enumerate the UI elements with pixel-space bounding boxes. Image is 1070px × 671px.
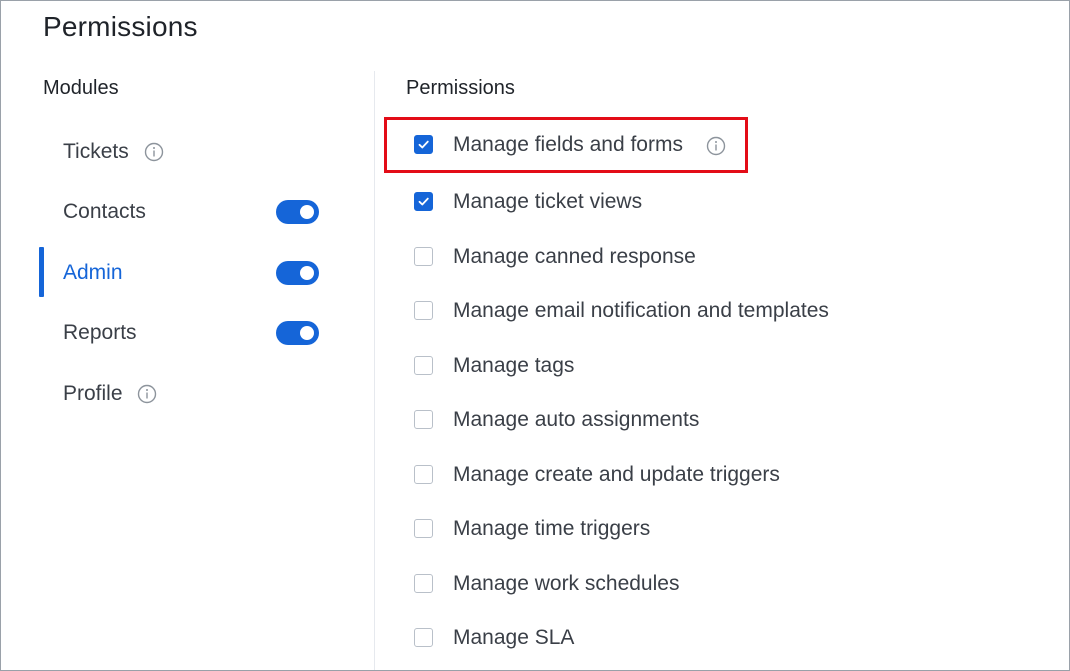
permission-item[interactable]: Manage auto assignments — [401, 401, 1001, 441]
permission-checkbox[interactable] — [414, 247, 433, 266]
permission-item[interactable]: Manage ticket views — [401, 183, 1001, 223]
permission-checkbox[interactable] — [414, 519, 433, 538]
modules-header: Modules — [43, 77, 119, 99]
permission-checkbox[interactable] — [414, 356, 433, 375]
module-item-contacts[interactable]: Contacts — [1, 192, 341, 232]
module-label: Reports — [63, 321, 137, 344]
toggle-knob — [300, 266, 314, 280]
permission-checkbox[interactable] — [414, 192, 433, 211]
module-label: Contacts — [63, 200, 146, 223]
toggle-knob — [300, 326, 314, 340]
permission-label: Manage email notification and templates — [453, 299, 829, 322]
permission-item[interactable]: Manage canned response — [401, 238, 1001, 278]
permission-label: Manage work schedules — [453, 572, 680, 595]
permission-checkbox[interactable] — [414, 574, 433, 593]
toggle-knob — [300, 205, 314, 219]
info-circle-icon[interactable] — [137, 384, 157, 404]
permission-item[interactable]: Manage SLA — [401, 619, 1001, 659]
permission-label: Manage tags — [453, 354, 575, 377]
permission-item[interactable]: Manage create and update triggers — [401, 456, 1001, 496]
permission-checkbox[interactable] — [414, 628, 433, 647]
module-label: Admin — [63, 261, 123, 284]
info-circle-icon[interactable] — [144, 142, 164, 162]
module-item-tickets[interactable]: Tickets — [1, 132, 341, 172]
check-icon — [418, 197, 429, 206]
admin-toggle[interactable] — [276, 261, 319, 285]
module-label: Tickets — [63, 140, 129, 163]
module-item-admin[interactable]: Admin — [1, 247, 341, 297]
column-divider — [374, 71, 375, 670]
permission-label: Manage ticket views — [453, 190, 643, 213]
page-title: Permissions — [43, 11, 198, 42]
permission-item[interactable]: Manage time triggers — [401, 510, 1001, 550]
highlight-box — [384, 117, 748, 173]
permission-label: Manage canned response — [453, 245, 696, 268]
module-item-reports[interactable]: Reports — [1, 313, 341, 353]
module-item-profile[interactable]: Profile — [1, 374, 341, 414]
permission-label: Manage time triggers — [453, 517, 651, 540]
permission-item[interactable]: Manage tags — [401, 347, 1001, 387]
permission-label: Manage SLA — [453, 626, 575, 649]
permission-label: Manage auto assignments — [453, 408, 700, 431]
permission-item[interactable]: Manage email notification and templates — [401, 292, 1001, 332]
permissions-panel: Permissions Modules Permissions Tickets … — [0, 0, 1070, 671]
permission-checkbox[interactable] — [414, 301, 433, 320]
permission-label: Manage create and update triggers — [453, 463, 780, 486]
active-indicator — [39, 247, 44, 297]
permission-item[interactable]: Manage work schedules — [401, 565, 1001, 605]
permission-checkbox[interactable] — [414, 465, 433, 484]
permission-checkbox[interactable] — [414, 410, 433, 429]
module-label: Profile — [63, 382, 123, 405]
permissions-header: Permissions — [406, 77, 515, 99]
reports-toggle[interactable] — [276, 321, 319, 345]
contacts-toggle[interactable] — [276, 200, 319, 224]
